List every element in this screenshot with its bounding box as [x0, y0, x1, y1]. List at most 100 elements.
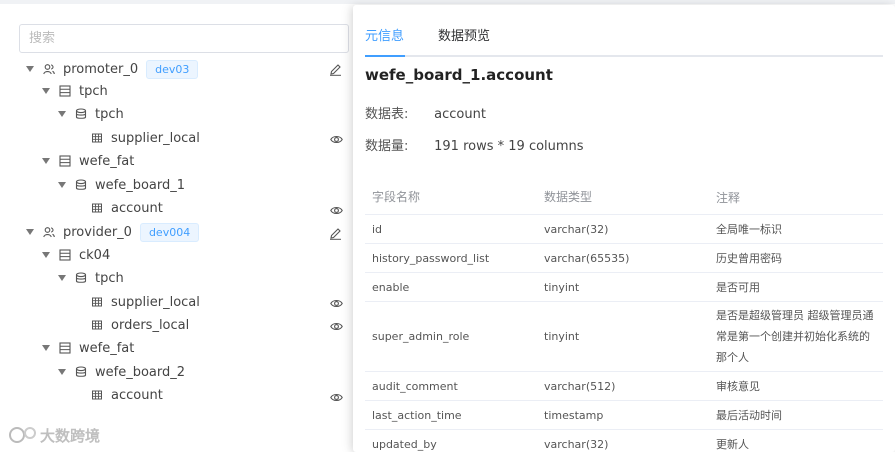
- field-name-cell: history_password_list: [372, 252, 490, 265]
- table-name-row: 数据表: account: [365, 103, 486, 122]
- table-size-label: 数据量:: [365, 139, 409, 154]
- chevron-down-icon[interactable]: [57, 180, 67, 190]
- tab-data-preview[interactable]: 数据预览: [438, 25, 490, 44]
- table-row: id varchar(32) 全局唯一标识: [365, 215, 883, 244]
- field-name-cell: audit_comment: [372, 380, 458, 393]
- table-title: wefe_board_1.account: [365, 66, 553, 84]
- chevron-down-icon[interactable]: [41, 250, 51, 260]
- tree-node-label: tpch: [95, 270, 124, 286]
- field-type-cell: tinyint: [544, 281, 580, 294]
- tree-node-label: promoter_0: [63, 61, 139, 77]
- tree-node-table[interactable]: account: [83, 198, 163, 218]
- column-header: 数据类型: [544, 190, 593, 204]
- tree-node-database[interactable]: wefe_fat: [41, 338, 134, 358]
- tree-node-database[interactable]: tpch: [41, 81, 108, 101]
- database-icon: [74, 178, 88, 192]
- tree-node-database[interactable]: wefe_fat: [41, 151, 134, 171]
- database-icon: [74, 365, 88, 379]
- tree-node-label: supplier_local: [111, 294, 200, 310]
- chevron-down-icon[interactable]: [25, 227, 35, 237]
- field-comment-cell: 最后活动时间: [716, 409, 782, 422]
- table-icon: [90, 318, 104, 332]
- table-icon: [90, 201, 104, 215]
- tree-node-label: wefe_fat: [79, 153, 135, 169]
- field-type-cell: timestamp: [544, 409, 604, 422]
- table-icon: [90, 388, 104, 402]
- field-comment-cell: 历史曾用密码: [716, 252, 782, 265]
- table-header-row: 字段名称 数据类型 注释: [365, 185, 883, 215]
- member-tag: dev03: [146, 59, 199, 79]
- field-name-cell: id: [372, 223, 383, 236]
- field-comment-cell: 审核意见: [716, 380, 760, 393]
- server-icon: [58, 154, 72, 168]
- tab-metadata[interactable]: 元信息: [365, 25, 404, 44]
- preview-eye-icon[interactable]: [329, 390, 343, 404]
- field-type-cell: tinyint: [544, 330, 580, 343]
- field-type-cell: varchar(32): [544, 223, 609, 236]
- tree-node-label: tpch: [79, 83, 108, 99]
- tree-node-label: provider_0: [63, 224, 132, 240]
- tree-node-promoter[interactable]: promoter_0 dev03: [25, 59, 199, 79]
- tree-node-label: wefe_fat: [79, 340, 135, 356]
- database-icon: [74, 107, 88, 121]
- tree-node-schema[interactable]: tpch: [57, 104, 124, 124]
- chevron-down-icon[interactable]: [41, 156, 51, 166]
- preview-eye-icon[interactable]: [329, 296, 343, 310]
- column-header: 字段名称: [372, 190, 421, 204]
- chevron-down-icon[interactable]: [57, 273, 67, 283]
- edit-icon[interactable]: [328, 226, 342, 240]
- field-comment-cell: 是否可用: [716, 281, 760, 294]
- chevron-down-icon[interactable]: [57, 109, 67, 119]
- tree-node-label: account: [111, 387, 163, 403]
- table-icon: [90, 131, 104, 145]
- table-icon: [90, 295, 104, 309]
- watermark-logo: 大数跨境: [8, 424, 123, 446]
- table-row: updated_by varchar(32) 更新人: [365, 430, 883, 452]
- members-icon: [42, 62, 56, 76]
- chevron-down-icon[interactable]: [41, 343, 51, 353]
- field-comment-cell: 更新人: [716, 438, 749, 451]
- watermark-icon: [9, 427, 36, 443]
- tree-node-label: supplier_local: [111, 130, 200, 146]
- tree-node-table[interactable]: supplier_local: [83, 292, 200, 312]
- chevron-down-icon[interactable]: [41, 86, 51, 96]
- tree-node-database[interactable]: ck04: [41, 245, 110, 265]
- tree-node-table[interactable]: account: [83, 385, 163, 405]
- preview-eye-icon[interactable]: [329, 203, 343, 217]
- field-type-cell: varchar(65535): [544, 252, 630, 265]
- info-tabs: 元信息 数据预览: [365, 23, 883, 57]
- tree-node-table[interactable]: orders_local: [83, 315, 189, 335]
- tree-node-table[interactable]: supplier_local: [83, 128, 200, 148]
- preview-eye-icon[interactable]: [329, 132, 343, 146]
- server-icon: [58, 248, 72, 262]
- members-icon: [42, 225, 56, 239]
- table-info-popover: 元信息 数据预览 wefe_board_1.account 数据表: accou…: [353, 5, 895, 452]
- tree-node-schema[interactable]: tpch: [57, 268, 124, 288]
- server-icon: [58, 84, 72, 98]
- table-row: enable tinyint 是否可用: [365, 273, 883, 302]
- tree-node-label: orders_local: [111, 317, 190, 333]
- chevron-down-icon[interactable]: [25, 64, 35, 74]
- table-row: super_admin_role tinyint 是否是超级管理员 超级管理员通…: [365, 302, 883, 372]
- field-comment-cell: 全局唯一标识: [716, 223, 782, 236]
- table-name-value: account: [434, 107, 486, 122]
- server-icon: [58, 341, 72, 355]
- tree-node-label: ck04: [79, 247, 111, 263]
- edit-icon[interactable]: [328, 62, 342, 76]
- tree-node-schema[interactable]: wefe_board_2: [57, 362, 185, 382]
- field-name-cell: super_admin_role: [372, 330, 470, 343]
- top-strip: [0, 0, 895, 4]
- field-type-cell: varchar(512): [544, 380, 616, 393]
- chevron-down-icon[interactable]: [57, 367, 67, 377]
- field-name-cell: last_action_time: [372, 409, 462, 422]
- tree-node-schema[interactable]: wefe_board_1: [57, 175, 185, 195]
- field-type-cell: varchar(32): [544, 438, 609, 451]
- preview-eye-icon[interactable]: [329, 319, 343, 333]
- watermark-text: 大数跨境: [40, 426, 101, 445]
- column-header: 注释: [716, 191, 741, 205]
- table-size-value: 191 rows * 19 columns: [434, 139, 584, 154]
- table-name-label: 数据表:: [365, 107, 409, 122]
- search-input[interactable]: 搜索: [19, 24, 349, 53]
- table-row: audit_comment varchar(512) 审核意见: [365, 372, 883, 401]
- tree-node-provider[interactable]: provider_0 dev004: [25, 222, 200, 242]
